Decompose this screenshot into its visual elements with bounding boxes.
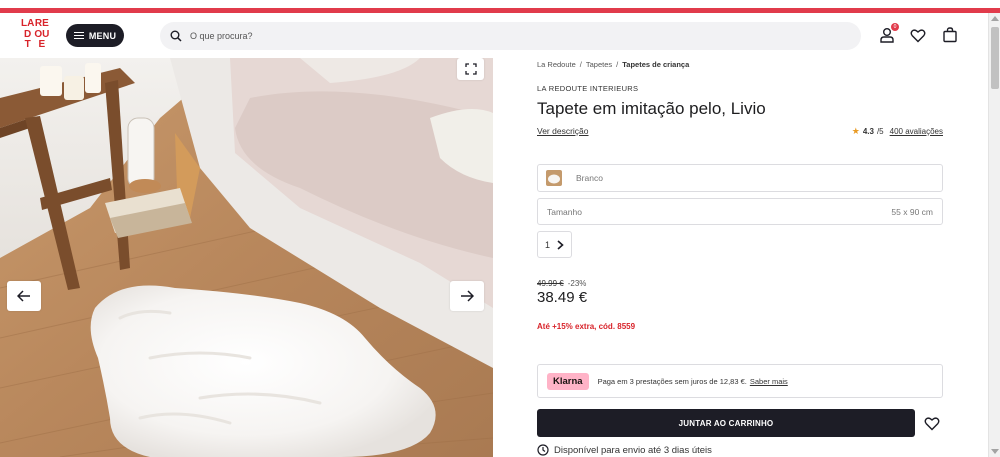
- color-label: Branco: [576, 173, 603, 183]
- next-image-button[interactable]: [450, 281, 484, 311]
- scroll-up-icon[interactable]: [991, 16, 999, 21]
- previous-image-button[interactable]: [7, 281, 41, 311]
- fullscreen-button[interactable]: [457, 58, 484, 80]
- search-icon: [170, 30, 182, 42]
- size-selector[interactable]: Tamanho 55 x 90 cm: [537, 198, 943, 225]
- chevron-right-icon: [557, 239, 564, 250]
- klarna-text: Paga em 3 prestações sem juros de 12,83 …: [597, 376, 788, 386]
- size-label: Tamanho: [547, 206, 582, 217]
- klarna-learn-more-link[interactable]: Saber mais: [750, 377, 788, 386]
- heart-icon: [924, 416, 940, 430]
- quantity-selector[interactable]: 1: [537, 231, 572, 258]
- hamburger-icon: [73, 31, 84, 40]
- site-header: LA RE D OU T E MENU 0: [0, 13, 988, 58]
- scrollbar-thumb[interactable]: [991, 27, 999, 89]
- klarna-logo: Klarna: [547, 372, 589, 390]
- color-swatch: [546, 170, 562, 186]
- page-scrollbar[interactable]: [988, 13, 1000, 457]
- heart-icon: [910, 28, 926, 42]
- view-description-link[interactable]: Ver descrição: [537, 126, 589, 136]
- menu-button[interactable]: MENU: [66, 24, 124, 47]
- klarna-banner: Klarna Paga em 3 prestações sem juros de…: [537, 364, 943, 398]
- arrow-left-icon: [17, 290, 30, 302]
- discount-badge: -23%: [567, 279, 587, 288]
- clock-icon: [537, 444, 549, 456]
- expand-icon: [464, 63, 477, 75]
- breadcrumb: La Redoute / Tapetes / Tapetes de criança: [537, 60, 690, 69]
- site-logo[interactable]: LA RE D OU T E: [21, 19, 53, 51]
- availability-info: Disponível para envio até 3 dias úteis: [537, 444, 712, 456]
- breadcrumb-item-current[interactable]: Tapetes de criança: [622, 60, 689, 69]
- breadcrumb-item-home[interactable]: La Redoute: [537, 60, 576, 69]
- availability-text: Disponível para envio até 3 dias úteis: [554, 444, 712, 456]
- rating-score: 4.3: [862, 127, 874, 136]
- account-button[interactable]: 0: [878, 23, 899, 44]
- search-input[interactable]: [190, 31, 790, 41]
- product-brand[interactable]: LA REDOUTE INTERIEURS: [537, 84, 638, 93]
- cart-button[interactable]: [941, 26, 959, 44]
- product-gallery: [0, 58, 493, 457]
- search-bar[interactable]: [160, 22, 861, 50]
- top-accent-bar: [0, 0, 1000, 13]
- old-price: 49.99 € -23%: [537, 279, 587, 288]
- promo-code: Até +15% extra, cód. 8559: [537, 322, 636, 331]
- rating-max: /5: [876, 127, 884, 136]
- current-price: 38.49 €: [537, 289, 588, 306]
- add-to-wishlist-button[interactable]: [923, 414, 941, 432]
- bag-icon: [943, 27, 957, 43]
- arrow-right-icon: [461, 290, 474, 302]
- add-to-cart-button[interactable]: JUNTAR AO CARRINHO: [537, 409, 915, 437]
- quantity-value: 1: [545, 239, 551, 250]
- product-image: [0, 58, 493, 457]
- scroll-down-icon[interactable]: [991, 449, 999, 454]
- star-icon: ★: [851, 126, 860, 136]
- color-selector[interactable]: Branco: [537, 164, 943, 192]
- size-value: 55 x 90 cm: [891, 206, 933, 217]
- reviews-link[interactable]: 400 avaliações: [890, 127, 943, 136]
- notification-badge: 0: [891, 23, 899, 31]
- product-rating[interactable]: ★ 4.3 /5 400 avaliações: [852, 126, 943, 137]
- product-title: Tapete em imitação pelo, Livio: [537, 99, 766, 118]
- breadcrumb-item-category[interactable]: Tapetes: [586, 60, 612, 69]
- wishlist-button[interactable]: [909, 26, 927, 44]
